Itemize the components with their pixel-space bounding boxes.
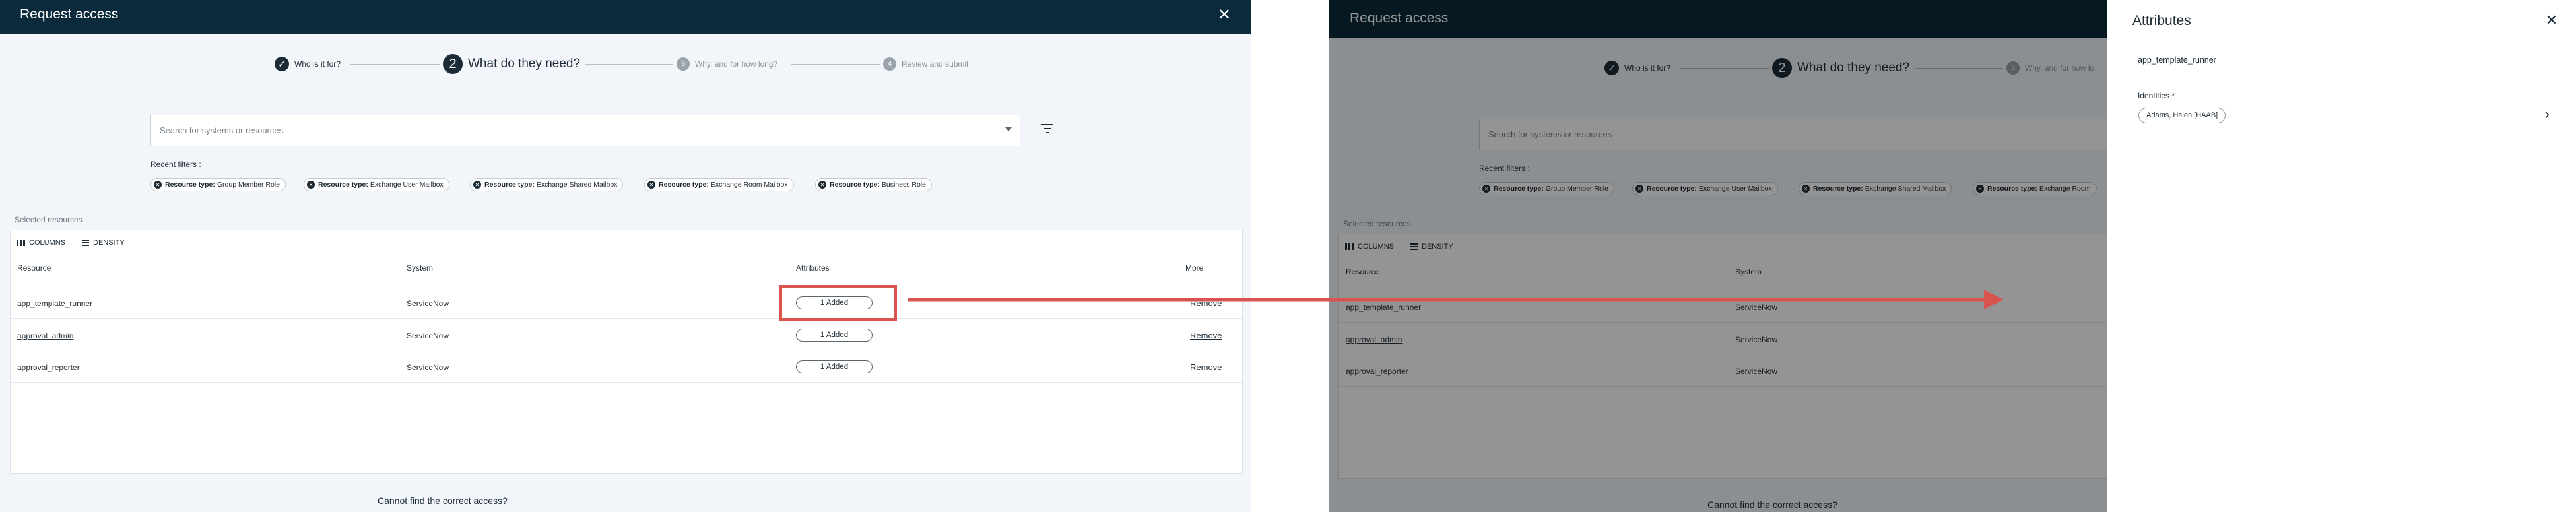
close-icon[interactable]: ✕ bbox=[307, 181, 315, 189]
attributes-button[interactable]: 1 Added bbox=[796, 329, 873, 342]
chip-key: Resource type: bbox=[165, 181, 215, 189]
resource-link[interactable]: app_template_runner bbox=[17, 299, 92, 308]
chip-value: Exchange Room Mailbox bbox=[710, 181, 788, 189]
chip-value: Business Role bbox=[881, 181, 926, 189]
app-header: Request access ✕ bbox=[0, 0, 1251, 34]
cannot-find-access-link[interactable]: Cannot find the correct access? bbox=[378, 496, 508, 506]
attributes-button[interactable]: 1 Added bbox=[796, 360, 873, 373]
system-cell: ServiceNow bbox=[407, 331, 449, 340]
remove-link[interactable]: Remove bbox=[1190, 362, 1222, 372]
check-icon: ✓ bbox=[275, 57, 289, 71]
selected-resources-label: Selected resources bbox=[15, 215, 83, 224]
chip-key: Resource type: bbox=[484, 181, 535, 189]
attributes-panel: Attributes ✕ app_template_runner Identit… bbox=[2107, 0, 2576, 512]
chip-key: Resource type: bbox=[830, 181, 880, 189]
close-icon[interactable]: ✕ bbox=[647, 181, 655, 189]
search-placeholder: Search for systems or resources bbox=[160, 125, 284, 135]
step-label: Why, and for how long? bbox=[695, 59, 778, 69]
columns-label: COLUMNS bbox=[29, 239, 66, 247]
step-label: What do they need? bbox=[468, 57, 581, 71]
chip-value: Group Member Role bbox=[216, 181, 280, 189]
step-who[interactable]: ✓ Who is it for? bbox=[275, 54, 341, 74]
filter-chip[interactable]: ✕ Resource type: Business Role bbox=[815, 178, 932, 191]
request-access-screen: Request access ✕ ✓ Who is it for? 2 What… bbox=[0, 0, 1251, 512]
chip-key: Resource type: bbox=[318, 181, 368, 189]
resource-link[interactable]: approval_reporter bbox=[17, 363, 80, 372]
step-connector bbox=[585, 64, 673, 65]
columns-icon bbox=[17, 240, 25, 246]
density-label: DENSITY bbox=[93, 239, 125, 247]
step-number: 3 bbox=[677, 57, 690, 71]
step-why[interactable]: 3 Why, and for how long? bbox=[677, 54, 777, 74]
highlight-box bbox=[779, 285, 897, 321]
page-title: Request access bbox=[20, 7, 119, 22]
stepper: ✓ Who is it for? 2 What do they need? 3 … bbox=[0, 54, 1251, 74]
close-icon[interactable]: ✕ bbox=[473, 181, 481, 189]
step-number: 4 bbox=[883, 57, 896, 71]
chip-value: Exchange Shared Mailbox bbox=[536, 181, 618, 189]
step-connector bbox=[350, 64, 440, 65]
step-number: 2 bbox=[443, 54, 463, 74]
column-header-resource[interactable]: Resource bbox=[17, 263, 51, 272]
panel-resource-name: app_template_runner bbox=[2138, 55, 2216, 65]
close-icon[interactable]: ✕ bbox=[154, 181, 162, 189]
column-header-more: More bbox=[1185, 263, 1204, 272]
panel-title: Attributes bbox=[2132, 13, 2191, 28]
modal-overlay[interactable] bbox=[1329, 0, 2107, 512]
identities-label: Identities * bbox=[2138, 91, 2175, 100]
identity-chip[interactable]: Adams, Helen [HAAB] bbox=[2138, 108, 2226, 123]
column-header-attributes[interactable]: Attributes bbox=[796, 263, 830, 272]
search-input[interactable]: Search for systems or resources bbox=[150, 115, 1020, 146]
divider bbox=[11, 382, 1242, 383]
chip-key: Resource type: bbox=[659, 181, 709, 189]
composite-stage: Request access ✕ ✓ Who is it for? 2 What… bbox=[0, 0, 2576, 512]
filter-icon[interactable] bbox=[1041, 124, 1053, 133]
columns-button[interactable]: COLUMNS bbox=[17, 239, 65, 247]
density-icon bbox=[82, 240, 89, 246]
close-icon[interactable]: ✕ bbox=[818, 181, 826, 189]
density-button[interactable]: DENSITY bbox=[82, 239, 125, 247]
step-what[interactable]: 2 What do they need? bbox=[443, 54, 580, 74]
resources-table: COLUMNS DENSITY Resource System Attribut… bbox=[10, 230, 1243, 474]
step-review[interactable]: 4 Review and submit bbox=[883, 54, 968, 74]
recent-filters-label: Recent filters : bbox=[150, 160, 201, 169]
resource-link[interactable]: approval_admin bbox=[17, 331, 73, 340]
filter-chip[interactable]: ✕ Resource type: Group Member Role bbox=[150, 178, 286, 191]
system-cell: ServiceNow bbox=[407, 363, 449, 372]
remove-link[interactable]: Remove bbox=[1190, 298, 1222, 308]
column-header-system[interactable]: System bbox=[407, 263, 433, 272]
step-label: Review and submit bbox=[902, 59, 969, 69]
attributes-panel-screen: Request access ✓ Who is it for? 2 What d… bbox=[1329, 0, 2576, 512]
step-connector bbox=[791, 64, 880, 65]
close-icon[interactable]: ✕ bbox=[2546, 12, 2558, 29]
divider bbox=[11, 318, 1242, 319]
filter-chip[interactable]: ✕ Resource type: Exchange User Mailbox bbox=[304, 178, 449, 191]
remove-link[interactable]: Remove bbox=[1190, 331, 1222, 340]
chevron-down-icon[interactable] bbox=[1005, 127, 1012, 131]
close-icon[interactable]: ✕ bbox=[1218, 5, 1231, 24]
filter-chip[interactable]: ✕ Resource type: Exchange Shared Mailbox bbox=[470, 178, 624, 191]
chip-value: Exchange User Mailbox bbox=[370, 181, 444, 189]
filter-chip[interactable]: ✕ Resource type: Exchange Room Mailbox bbox=[644, 178, 794, 191]
step-label: Who is it for? bbox=[294, 59, 341, 69]
system-cell: ServiceNow bbox=[407, 299, 449, 308]
chevron-right-icon[interactable]: › bbox=[2545, 106, 2550, 123]
